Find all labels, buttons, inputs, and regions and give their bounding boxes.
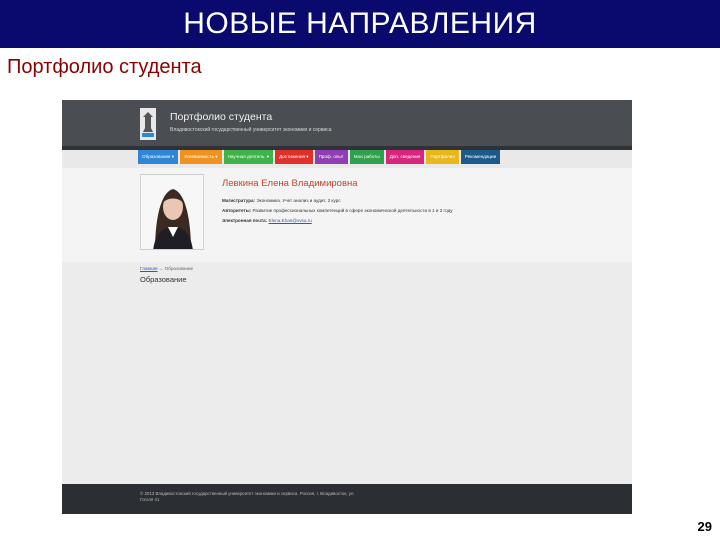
nav-item-recommendations[interactable]: Рекомендации	[460, 150, 501, 164]
nav-item-extra-info[interactable]: Доп. сведения	[385, 150, 425, 164]
content-heading: Образование	[140, 275, 187, 284]
main-nav: Образование ▾ Успеваемость ▾ Научная дея…	[138, 150, 502, 164]
program-line: Магистратура: Экономика. Учет анализ и а…	[222, 198, 341, 203]
slide-subtitle: Портфолио студента	[7, 56, 202, 78]
nav-item-education[interactable]: Образование ▾	[138, 150, 179, 164]
thesis-label: Авторитеты:	[222, 208, 252, 213]
site-header: Портфолио студента Владивостокский госуд…	[62, 100, 632, 146]
email-line: Электронная почта: Elena.Khan@vvsu.ru	[222, 218, 312, 223]
breadcrumb-current: Образование	[164, 266, 194, 271]
email-label: Электронная почта:	[222, 218, 268, 223]
student-photo	[140, 174, 204, 250]
university-logo-icon[interactable]	[138, 108, 158, 140]
email-link[interactable]: Elena.Khan@vvsu.ru	[269, 218, 312, 223]
site-title[interactable]: Портфолио студента	[170, 111, 272, 123]
nav-item-research[interactable]: Научная деятель. ▾	[223, 150, 274, 164]
program-value: Экономика. Учет анализ и аудит. 2 курс	[256, 198, 341, 203]
nav-item-works[interactable]: Мои работы	[349, 150, 384, 164]
thesis-line: Авторитеты: Развитие профессиональных ко…	[222, 208, 453, 213]
footer-copyright: © 2013 Владивостокский государственный у…	[140, 491, 355, 502]
page-number: 29	[697, 519, 712, 534]
nav-item-achievements[interactable]: Достижения ▾	[275, 150, 313, 164]
program-label: Магистратура:	[222, 198, 256, 203]
breadcrumb-separator: →	[158, 266, 164, 271]
nav-item-experience[interactable]: Проф. опыт	[314, 150, 348, 164]
site-subtitle: Владивостокский государственный универси…	[170, 127, 332, 133]
profile-section: Левкина Елена Владимировна Магистратура:…	[62, 168, 632, 262]
nav-item-portfolio[interactable]: Портфолио	[426, 150, 459, 164]
breadcrumb: Главная → Образование	[140, 266, 193, 271]
content-area: Главная → Образование Образование	[62, 262, 632, 484]
nav-item-grades[interactable]: Успеваемость ▾	[180, 150, 222, 164]
slide-header: НОВЫЕ НАПРАВЛЕНИЯ	[0, 0, 720, 48]
site-footer: © 2013 Владивостокский государственный у…	[62, 484, 632, 514]
breadcrumb-home-link[interactable]: Главная	[140, 266, 157, 271]
portfolio-screenshot: Портфолио студента Владивостокский госуд…	[62, 100, 632, 514]
thesis-value: Развитие профессиональных компетенций в …	[252, 208, 453, 213]
student-name: Левкина Елена Владимировна	[222, 178, 358, 189]
